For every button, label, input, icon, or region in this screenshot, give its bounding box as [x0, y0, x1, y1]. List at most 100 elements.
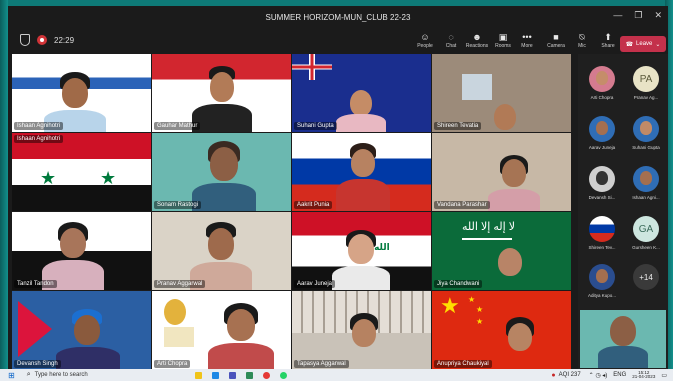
participant-name: Anupriya Chaukiyal: [434, 360, 492, 368]
reactions-button[interactable]: ☻ Reactions: [464, 31, 490, 55]
video-tile[interactable]: Ishaan Agnihotri: [12, 54, 151, 132]
avatar: [589, 216, 615, 242]
avatar: [633, 116, 659, 142]
aqi-icon: ●: [551, 371, 556, 379]
participant-overflow-item[interactable]: +14: [624, 264, 668, 290]
maximize-icon[interactable]: ❐: [634, 10, 642, 21]
edge-icon[interactable]: [245, 371, 253, 379]
video-tile[interactable]: ★ ★ Ishaan Agnihotri: [12, 133, 151, 211]
recording-icon: [37, 35, 47, 45]
video-tile[interactable]: Pranav Aggarwal: [152, 212, 291, 290]
participant-name: Aarav Juneja: [294, 280, 336, 288]
windows-start-icon[interactable]: ⊞: [8, 371, 15, 380]
camera-icon: ■: [553, 32, 559, 42]
windows-taskbar: ⊞ ⌕ Type here to search ● AQI 237 ⌃ ◷ ◂)…: [0, 369, 673, 381]
rooms-icon: ▣: [498, 31, 508, 42]
mic-button[interactable]: ⍉ Mic: [569, 31, 595, 55]
avatar: GA: [633, 216, 659, 242]
language-indicator[interactable]: ENG: [613, 372, 626, 378]
participant-name: Vandana Parashar: [434, 201, 490, 209]
participant-name: Shireen Tevatia: [434, 122, 482, 130]
video-tile[interactable]: الله اكبر Aarav Juneja: [292, 212, 431, 290]
video-tile[interactable]: Devansh Singh: [12, 291, 151, 370]
more-button[interactable]: ••• More: [514, 31, 540, 55]
phone-icon: ☎: [625, 41, 634, 48]
close-icon[interactable]: ✕: [654, 10, 662, 21]
participant-name: Tapasya Aggarwal: [294, 360, 349, 368]
participant-avatar-item[interactable]: Ishaan Agni...: [624, 166, 668, 200]
avatar: [589, 116, 615, 142]
video-tile[interactable]: Sonam Rastogi: [152, 133, 291, 211]
window-title: SUMMER HORIZOM-MUN_CLUB 22-23: [265, 12, 411, 22]
participant-avatar-item[interactable]: Shireen Tev...: [580, 216, 624, 250]
avatar: [589, 166, 615, 192]
participant-avatar-item[interactable]: Aditya Kupo...: [580, 264, 624, 298]
participant-name: Ishaan Agnihotri: [14, 135, 64, 143]
chevron-down-icon: ⌄: [655, 41, 661, 48]
chrome-icon[interactable]: [262, 371, 270, 379]
aqi-label[interactable]: AQI 237: [559, 372, 581, 378]
participant-name: Suhani Gupta: [294, 122, 337, 130]
whatsapp-icon[interactable]: [279, 371, 287, 379]
teams-icon[interactable]: [228, 371, 236, 379]
participant-avatar-item[interactable]: Devansh Si...: [580, 166, 624, 200]
reactions-icon: ☻: [472, 32, 482, 42]
video-tile[interactable]: Vandana Parashar: [432, 133, 571, 211]
participant-avatar-item[interactable]: Aarav Juneja: [580, 116, 624, 150]
video-tile[interactable]: لا إله إلا الله Jiya Chandwani: [432, 212, 571, 290]
avatar: [633, 166, 659, 192]
avatar: [589, 264, 615, 290]
video-grid: Ishaan Agnihotri Gauhar Mathur Suhani Gu…: [12, 54, 572, 370]
file-explorer-icon[interactable]: [194, 371, 202, 379]
participant-name: Devansh Singh: [14, 360, 61, 368]
leave-button[interactable]: ☎ Leave ⌄: [620, 36, 666, 52]
participant-name: Tanzil Tandon: [14, 280, 57, 288]
participant-name: Jiya Chandwani: [434, 280, 483, 288]
meeting-toolbar: 22:29 ☺ People ◌ Chat ☻ Reactions ▣ Rooms ••…: [8, 28, 668, 56]
participant-avatar-item[interactable]: Arti Chopra: [580, 66, 624, 100]
chat-button[interactable]: ◌ Chat: [438, 31, 464, 55]
share-button[interactable]: ⬆ Share: [595, 31, 621, 55]
participant-name: Arti Chopra: [154, 360, 191, 368]
overflow-count-badge: +14: [633, 264, 659, 290]
participant-name: Gauhar Mathur: [154, 122, 201, 130]
video-tile[interactable]: Gauhar Mathur: [152, 54, 291, 132]
participant-avatar-item[interactable]: Suhani Gupta: [624, 116, 668, 150]
notifications-icon[interactable]: ▭: [661, 372, 667, 379]
more-icon: •••: [522, 32, 532, 42]
participant-name: Pranav Aggarwal: [154, 280, 206, 288]
store-icon[interactable]: [211, 371, 219, 379]
shield-icon: [20, 34, 30, 46]
video-tile[interactable]: Aakrit Punia: [292, 133, 431, 211]
search-icon: ⌕: [26, 371, 31, 378]
participant-avatar-item[interactable]: GA Gursheen K...: [624, 216, 668, 250]
self-view-tile[interactable]: [580, 310, 666, 368]
title-bar: SUMMER HORIZOM-MUN_CLUB 22-23 — ❐ ✕: [8, 6, 668, 28]
mic-muted-icon: ⍉: [579, 31, 585, 42]
video-tile[interactable]: ★ ★ ★ ★ Anupriya Chaukiyal: [432, 291, 571, 370]
participant-name: Sonam Rastogi: [154, 201, 202, 209]
participant-avatar-item[interactable]: PA Pranav Ag...: [624, 66, 668, 100]
clock[interactable]: 15:12 21-04-2023: [632, 370, 655, 380]
video-tile[interactable]: Shireen Tevatia: [432, 54, 571, 132]
participant-name: Aakrit Punia: [294, 201, 333, 209]
share-icon: ⬆: [604, 31, 612, 42]
people-icon: ☺: [420, 32, 430, 42]
people-button[interactable]: ☺ People: [412, 31, 438, 55]
meeting-timer: 22:29: [54, 35, 75, 45]
desktop-edge-left: [0, 0, 8, 369]
video-tile[interactable]: Tapasya Aggarwal: [292, 291, 431, 370]
taskbar-search-input[interactable]: Type here to search: [35, 372, 88, 378]
video-tile[interactable]: Arti Chopra: [152, 291, 291, 370]
rooms-button[interactable]: ▣ Rooms: [490, 31, 516, 55]
minimize-icon[interactable]: —: [613, 10, 622, 21]
task-view-icon[interactable]: [178, 372, 185, 379]
video-tile[interactable]: Tanzil Tandon: [12, 212, 151, 290]
participants-panel: Arti Chopra PA Pranav Ag... Aarav Juneja…: [578, 54, 668, 370]
video-tile[interactable]: Suhani Gupta: [292, 54, 431, 132]
avatar: [589, 66, 615, 92]
tray-icons[interactable]: ⌃ ◷ ◂): [589, 372, 608, 379]
camera-button[interactable]: ■ Camera: [543, 31, 569, 55]
teams-window: SUMMER HORIZOM-MUN_CLUB 22-23 — ❐ ✕ 22:2…: [8, 6, 668, 370]
participant-name: Ishaan Agnihotri: [14, 122, 64, 130]
